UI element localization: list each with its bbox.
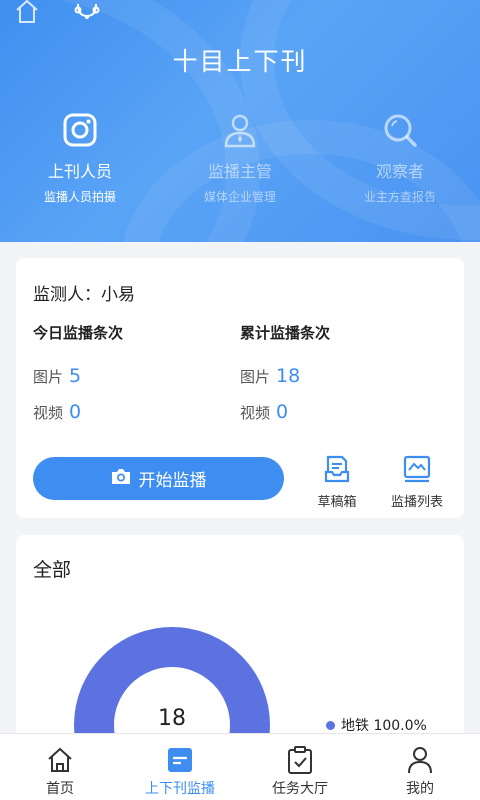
drafts-label: 草稿箱 [317, 495, 357, 510]
role-observer[interactable]: 观察者 业主方查报告 [320, 110, 480, 205]
legend-label: 地铁 100.0% [341, 718, 427, 734]
legend-dot [326, 720, 335, 730]
today-video: 视频 0 [33, 401, 233, 423]
nav-label: 上下刊监播 [145, 781, 215, 797]
home-outline-icon[interactable] [14, 0, 40, 24]
today-photo: 图片 5 [33, 365, 233, 387]
task-icon [240, 746, 360, 774]
role-uploader[interactable]: 上刊人员 监播人员拍摄 [0, 110, 160, 205]
nav-label: 我的 [406, 781, 434, 797]
nav-monitor[interactable]: 上下刊监播 [120, 734, 240, 800]
monitor-icon [120, 746, 240, 774]
nav-label: 首页 [46, 781, 74, 797]
today-title: 今日监播条次 [33, 324, 124, 342]
video-label: 视频 [33, 404, 64, 422]
role-supervisor[interactable]: 监播主管 媒体企业管理 [160, 110, 320, 205]
monitor-card: 监测人：小易 今日监播条次 图片 5 视频 0 累计监播条次 图片 18 视频 … [16, 258, 464, 518]
nav-home[interactable]: 首页 [0, 734, 120, 800]
supervisor-icon [160, 110, 320, 150]
camera-small-icon [111, 467, 131, 490]
legend-item: 地铁 100.0% [326, 715, 427, 735]
magnifier-icon [320, 110, 480, 150]
drafts-button[interactable]: 草稿箱 [302, 455, 372, 510]
role-sub: 媒体企业管理 [203, 190, 276, 204]
bottom-nav: 首页 上下刊监播 任务大厅 我的 [0, 733, 480, 800]
nav-label: 任务大厅 [272, 781, 328, 797]
total-photo-count: 18 [276, 365, 301, 387]
total-stats: 累计监播条次 图片 18 视频 0 [240, 322, 440, 423]
user-icon [360, 746, 480, 774]
nav-tasks[interactable]: 任务大厅 [240, 734, 360, 800]
role-sub: 监播人员拍摄 [43, 190, 116, 204]
today-video-count: 0 [69, 401, 82, 423]
monitor-list-label: 监播列表 [390, 495, 443, 510]
photo-label: 图片 [240, 368, 271, 386]
total-title: 累计监播条次 [240, 324, 331, 342]
monitor-list-button[interactable]: 监播列表 [382, 455, 452, 510]
headset-icon[interactable] [74, 0, 100, 24]
monitor-list-icon [403, 455, 431, 483]
total-video-count: 0 [276, 401, 289, 423]
start-monitor-button[interactable]: 开始监播 [33, 457, 284, 500]
today-photo-count: 5 [69, 365, 82, 387]
role-name: 上刊人员 [47, 162, 112, 181]
role-name: 监播主管 [207, 162, 272, 181]
video-label: 视频 [240, 404, 271, 422]
home-icon [0, 746, 120, 774]
role-name: 观察者 [375, 162, 424, 181]
summary-title: 全部 [33, 559, 72, 581]
header: 十目上下刊 上刊人员 监播人员拍摄 监播主管 媒体企业管理 观察者 业主方查报告 [0, 0, 480, 242]
photo-label: 图片 [33, 368, 64, 386]
nav-profile[interactable]: 我的 [360, 734, 480, 800]
total-photo: 图片 18 [240, 365, 440, 387]
total-video: 视频 0 [240, 401, 440, 423]
app-title: 十目上下刊 [172, 47, 308, 76]
today-stats: 今日监播条次 图片 5 视频 0 [33, 322, 233, 423]
role-sub: 业主方查报告 [363, 190, 436, 204]
drafts-icon [324, 455, 350, 483]
donut-total: 18 [158, 706, 186, 731]
start-monitor-label: 开始监播 [138, 471, 207, 491]
camera-icon [0, 110, 160, 150]
monitor-person: 监测人：小易 [33, 285, 135, 305]
